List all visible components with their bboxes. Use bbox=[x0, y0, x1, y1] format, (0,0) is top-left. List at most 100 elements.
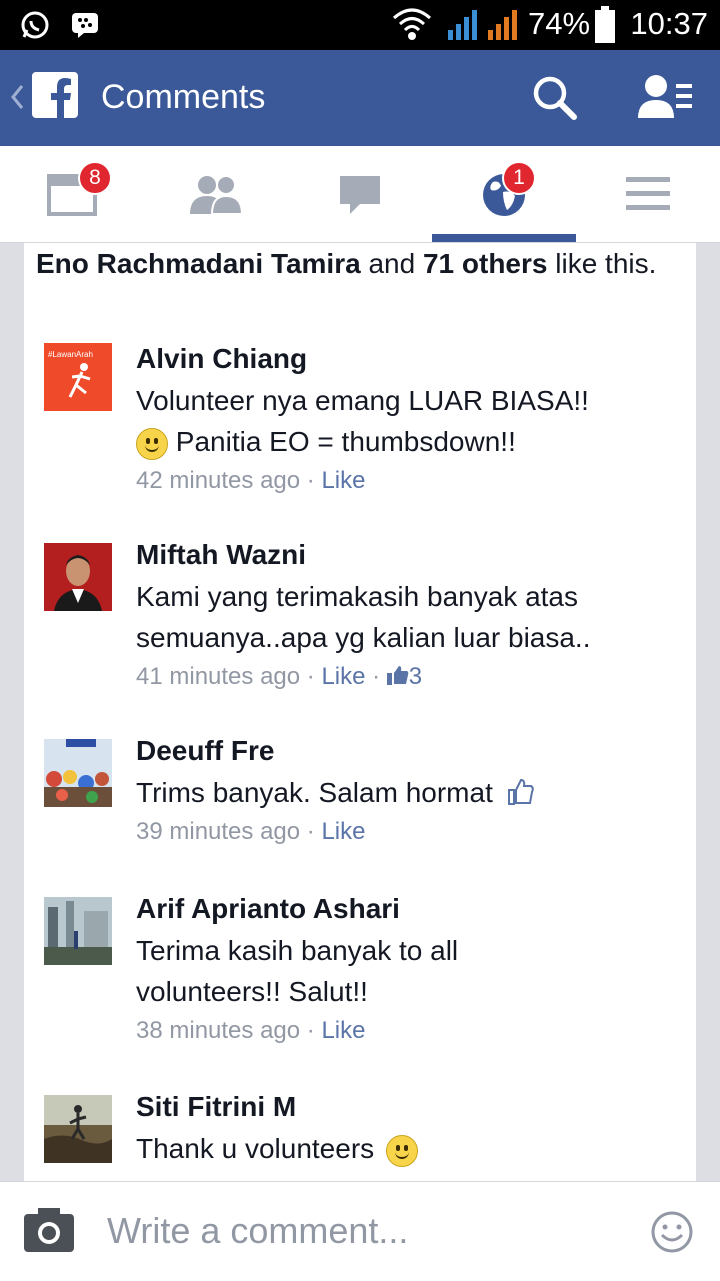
like-link[interactable]: Like bbox=[321, 1017, 365, 1044]
comment-author[interactable]: Deeuff Fre bbox=[136, 733, 676, 769]
comment-text-line: Trims banyak. Salam hormat bbox=[136, 777, 493, 808]
meta-separator: · bbox=[300, 818, 322, 845]
comment-timestamp: 42 minutes ago bbox=[136, 467, 301, 494]
avatar[interactable]: #LawanArah bbox=[44, 343, 112, 411]
friend-requests-icon bbox=[638, 75, 692, 118]
active-tab-indicator bbox=[432, 234, 576, 242]
comment-author[interactable]: Alvin Chiang bbox=[136, 341, 676, 377]
clock: 10:37 bbox=[630, 6, 708, 41]
avatar[interactable] bbox=[44, 1095, 112, 1163]
notifications-badge: 1 bbox=[502, 161, 536, 195]
comment-text: Volunteer nya emang LUAR BIASA!! Panitia… bbox=[136, 380, 676, 462]
meta-separator: · bbox=[365, 663, 387, 690]
tab-friends[interactable] bbox=[144, 146, 288, 242]
like-link[interactable]: Like bbox=[321, 663, 365, 690]
search-icon bbox=[533, 76, 577, 120]
tab-messages[interactable] bbox=[288, 146, 432, 242]
back-icon bbox=[11, 85, 24, 109]
portrait-image bbox=[44, 543, 112, 611]
friend-requests-button[interactable] bbox=[636, 72, 696, 126]
beach-image bbox=[44, 1095, 112, 1163]
likes-summary[interactable]: Eno Rachmadani Tamira and 71 others like… bbox=[36, 245, 676, 282]
signal-icon bbox=[488, 10, 517, 40]
comment-meta: 39 minutes ago · Like bbox=[136, 815, 676, 849]
likes-others[interactable]: 71 others bbox=[423, 248, 548, 279]
comment-composer: Write a comment... bbox=[0, 1181, 720, 1281]
battery-icon bbox=[595, 6, 615, 43]
comment-text-line: Volunteer nya emang LUAR BIASA!! bbox=[136, 385, 589, 416]
smiley-emoji-icon bbox=[136, 427, 168, 460]
comment-input[interactable]: Write a comment... bbox=[100, 1192, 620, 1272]
friends-icon bbox=[190, 175, 244, 214]
whatsapp-icon bbox=[21, 11, 49, 39]
avatar[interactable] bbox=[44, 739, 112, 807]
comment-timestamp: 41 minutes ago bbox=[136, 663, 301, 690]
crowd-image bbox=[44, 739, 112, 807]
like-link[interactable]: Like bbox=[321, 467, 365, 494]
comment-meta: 41 minutes ago · Like · 3 bbox=[136, 660, 676, 694]
avatar[interactable] bbox=[44, 897, 112, 965]
avatar[interactable] bbox=[44, 543, 112, 611]
comment-body: Arif Aprianto Ashari Terima kasih banyak… bbox=[136, 891, 676, 1048]
comment-timestamp: 38 minutes ago bbox=[136, 1017, 301, 1044]
meta-separator: · bbox=[300, 663, 322, 690]
tab-news-feed[interactable]: 8 bbox=[0, 146, 144, 242]
camera-button[interactable] bbox=[22, 1208, 76, 1254]
avatar-text: #LawanArah bbox=[48, 350, 93, 359]
comment-meta: 38 minutes ago · Like bbox=[136, 1014, 676, 1048]
comment-text-line: volunteers!! Salut!! bbox=[136, 976, 368, 1007]
comment-author[interactable]: Arif Aprianto Ashari bbox=[136, 891, 676, 927]
search-button[interactable] bbox=[528, 72, 582, 126]
back-button[interactable] bbox=[8, 72, 80, 128]
tab-notifications[interactable]: 1 bbox=[432, 146, 576, 242]
comments-panel: Eno Rachmadani Tamira and 71 others like… bbox=[24, 243, 696, 1181]
camera-icon bbox=[24, 1208, 74, 1252]
tab-bar: 8 1 bbox=[0, 146, 720, 243]
smiley-icon bbox=[651, 1211, 693, 1253]
comment-body: Deeuff Fre Trims banyak. Salam hormat 39… bbox=[136, 733, 676, 849]
city-image bbox=[44, 897, 112, 965]
runner-image: #LawanArah bbox=[44, 343, 112, 411]
likes-connector: and bbox=[360, 248, 423, 279]
thumbs-up-icon bbox=[386, 666, 409, 685]
comment-text: Terima kasih banyak to all volunteers!! … bbox=[136, 930, 676, 1012]
meta-separator: · bbox=[300, 467, 322, 494]
comment-text-line: semuanya..apa yg kalian luar biasa.. bbox=[136, 622, 591, 653]
liker-name[interactable]: Eno Rachmadani Tamira bbox=[36, 248, 361, 279]
meta-separator: · bbox=[300, 1017, 322, 1044]
comment-text-line: Kami yang terimakasih banyak atas bbox=[136, 581, 578, 612]
like-link[interactable]: Like bbox=[321, 818, 365, 845]
comment-meta: 42 minutes ago · Like bbox=[136, 464, 676, 498]
likes-suffix: like this. bbox=[547, 248, 657, 279]
status-bar: 74% 10:37 bbox=[0, 0, 720, 50]
page-title: Comments bbox=[101, 78, 266, 116]
comment-author[interactable]: Miftah Wazni bbox=[136, 537, 676, 573]
comment-body: Miftah Wazni Kami yang terimakasih banya… bbox=[136, 537, 676, 694]
bbm-icon bbox=[72, 13, 98, 38]
app-bar: Comments bbox=[0, 50, 720, 146]
signal-icon bbox=[448, 10, 477, 40]
smiley-emoji-icon bbox=[385, 1134, 418, 1167]
messages-icon bbox=[340, 176, 380, 214]
wifi-icon bbox=[393, 8, 431, 40]
thumbs-up-emoji-icon bbox=[507, 778, 534, 805]
comment-text-fragment: Panitia EO = thumbsdown!! bbox=[168, 426, 516, 457]
comment-text-line: Terima kasih banyak to all bbox=[136, 935, 459, 966]
comment-body: Alvin Chiang Volunteer nya emang LUAR BI… bbox=[136, 341, 676, 498]
comment-text-line: Thank u volunteers bbox=[136, 1133, 375, 1164]
like-count[interactable]: 3 bbox=[409, 663, 422, 690]
comment-text: Kami yang terimakasih banyak atas semuan… bbox=[136, 576, 676, 658]
comment-timestamp: 39 minutes ago bbox=[136, 818, 301, 845]
menu-icon bbox=[626, 177, 670, 210]
comment-text: Trims banyak. Salam hormat bbox=[136, 772, 676, 813]
news-feed-badge: 8 bbox=[78, 161, 112, 195]
emoji-button[interactable] bbox=[650, 1210, 694, 1254]
tab-more[interactable] bbox=[576, 146, 720, 242]
comment-body: Siti Fitrini M Thank u volunteers bbox=[136, 1089, 676, 1169]
comment-author[interactable]: Siti Fitrini M bbox=[136, 1089, 676, 1125]
facebook-logo-icon bbox=[32, 72, 78, 118]
comment-text: Thank u volunteers bbox=[136, 1128, 676, 1169]
comment-placeholder: Write a comment... bbox=[107, 1210, 409, 1251]
battery-percentage: 74% bbox=[528, 6, 591, 41]
comment-text-line: Panitia EO = thumbsdown!! bbox=[136, 421, 676, 462]
